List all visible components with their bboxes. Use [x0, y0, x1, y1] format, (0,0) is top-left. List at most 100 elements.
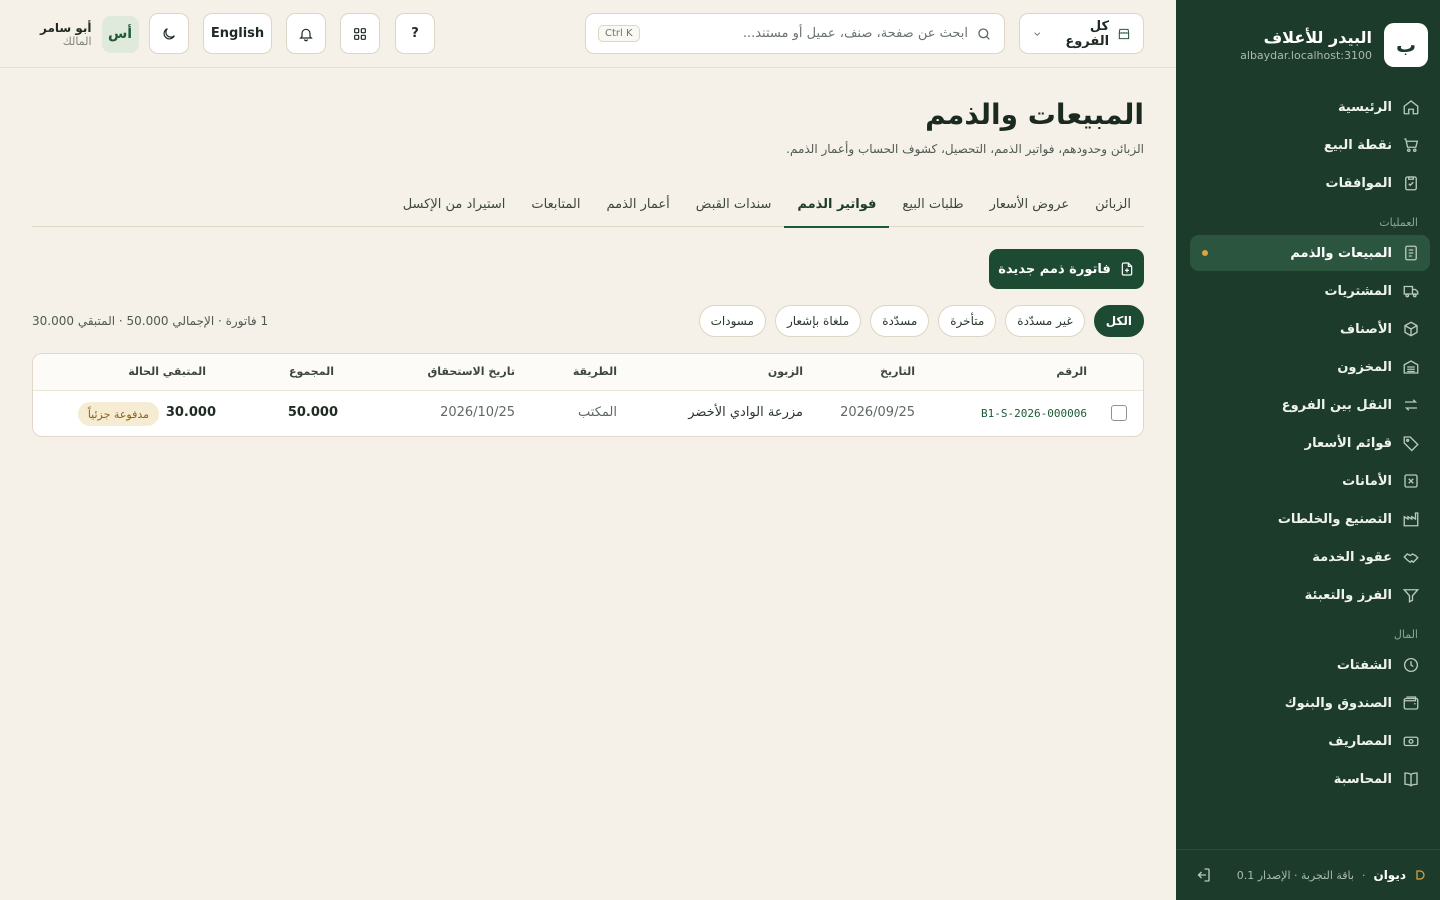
filter-all[interactable]: الكل	[1093, 305, 1144, 337]
sidebar-item-label: التصنيع والخلطات	[1277, 511, 1392, 527]
tab-excel-import[interactable]: استيراد من الإكسل	[390, 182, 519, 227]
filter-drafts[interactable]: مسودات	[698, 305, 766, 337]
sidebar-item-pos[interactable]: نقطة البيع	[1190, 127, 1430, 163]
factory-icon	[1403, 512, 1419, 527]
new-credit-invoice-button[interactable]: فاتورة ذمم جديدة	[989, 249, 1144, 289]
status-badge: مدفوعة جزئياً	[77, 402, 159, 426]
tag-icon	[1403, 436, 1419, 452]
invoice-date: 2026/09/25	[840, 405, 915, 420]
sidebar-item-home[interactable]: الرئيسية	[1190, 89, 1430, 125]
sidebar-item-label: الشفتات	[1336, 657, 1392, 673]
sidebar-item-shifts[interactable]: الشفتات	[1190, 647, 1430, 683]
apps-button[interactable]	[340, 13, 380, 54]
sidebar-item-purchases[interactable]: المشتريات	[1190, 273, 1430, 309]
sidebar-section-operations: العمليات	[1379, 216, 1418, 229]
invoice-number[interactable]: B1-S-2026-000006	[981, 407, 1087, 420]
filter-overdue[interactable]: متأخرة	[938, 305, 997, 337]
plan-version: باقة التجربة · الإصدار 0.1	[1236, 868, 1354, 882]
status-filters: الكل غير مسدّدة متأخرة مسدّدة ملغاة بإشع…	[698, 305, 1144, 337]
tab-sales-orders[interactable]: طلبات البيع	[889, 182, 976, 227]
col-total: المجموع	[289, 365, 334, 378]
sidebar-item-accounting[interactable]: المحاسبة	[1190, 761, 1430, 797]
filter-cancelled[interactable]: ملغاة بإشعار	[774, 305, 862, 337]
sidebar-item-label: الأصناف	[1340, 321, 1392, 337]
notifications-button[interactable]	[286, 13, 326, 54]
x-square-icon	[1404, 474, 1418, 488]
language-button[interactable]: English	[203, 13, 272, 54]
search-placeholder: ابحث عن صفحة، صنف، عميل أو مستند...	[742, 26, 968, 41]
sidebar-footer: ديوان · باقة التجربة · الإصدار 0.1	[1194, 862, 1426, 888]
sidebar-item-label: المبيعات والذمم	[1290, 245, 1392, 261]
tab-aging[interactable]: أعمار الذمم	[593, 182, 682, 227]
brand[interactable]: ب البيدر للأعلاف albaydar.localhost:3100	[1196, 22, 1428, 68]
search-input[interactable]: ابحث عن صفحة، صنف، عميل أو مستند... Ctrl…	[585, 13, 1005, 54]
sidebar-item-inventory[interactable]: المخزون	[1190, 349, 1430, 385]
tab-receipts[interactable]: سندات القبض	[683, 182, 785, 227]
sidebar-item-items[interactable]: الأصناف	[1190, 311, 1430, 347]
new-button-label: فاتورة ذمم جديدة	[998, 261, 1111, 277]
filter-paid[interactable]: مسدّدة	[870, 305, 930, 337]
col-method: الطريقة	[572, 365, 617, 378]
user-name: أبو سامر	[40, 20, 92, 35]
bell-icon	[299, 28, 313, 41]
tab-quotes[interactable]: عروض الأسعار	[977, 182, 1083, 227]
sidebar-item-label: النقل بين الفروع	[1281, 397, 1392, 413]
theme-toggle-button[interactable]	[149, 13, 189, 54]
home-icon	[1403, 100, 1419, 115]
banknote-icon	[1403, 736, 1419, 747]
table-row[interactable]: B1-S-2026-000006 2026/09/25 مزرعة الوادي…	[33, 391, 1143, 436]
avatar: أس	[101, 15, 139, 53]
sidebar-item-deposits[interactable]: الأمانات	[1190, 463, 1430, 499]
chevron-down-icon	[1034, 31, 1041, 36]
invoice-due-date: 2026/10/25	[440, 405, 515, 420]
sidebar-item-label: المصاريف	[1328, 733, 1392, 749]
transfer-icon	[1404, 399, 1418, 411]
sidebar-item-sales[interactable]: المبيعات والذمم	[1190, 235, 1430, 271]
col-due-date: تاريخ الاستحقاق	[427, 365, 515, 378]
sidebar-item-manufacturing[interactable]: التصنيع والخلطات	[1190, 501, 1430, 537]
logout-icon[interactable]	[1194, 866, 1212, 884]
topbar: كل الفروع ابحث عن صفحة، صنف، عميل أو مست…	[0, 0, 1176, 68]
sidebar-nav: الرئيسية نقطة البيع الموافقات العمليات ا…	[1190, 89, 1430, 799]
clipboard-check-icon	[1405, 176, 1417, 191]
invoice-total: 50.000	[287, 405, 338, 420]
sidebar-item-label: الفرز والتعبئة	[1304, 587, 1392, 603]
sidebar-item-label: الأمانات	[1342, 473, 1392, 489]
sidebar-item-label: الصندوق والبنوك	[1284, 695, 1392, 711]
user-menu[interactable]: أس أبو سامر المالك	[40, 15, 139, 53]
moon-icon	[163, 27, 175, 39]
invoices-table: الرقم التاريخ الزبون الطريقة تاريخ الاست…	[32, 353, 1144, 437]
sidebar-item-cash-banks[interactable]: الصندوق والبنوك	[1190, 685, 1430, 721]
col-number: الرقم	[1056, 365, 1087, 378]
tab-followups[interactable]: المتابعات	[518, 182, 593, 227]
sidebar-item-label: قوائم الأسعار	[1304, 435, 1392, 451]
active-indicator-dot	[1202, 250, 1208, 256]
sidebar-item-label: الموافقات	[1325, 175, 1392, 191]
section-tabs: الزبائن عروض الأسعار طلبات البيع فواتير …	[32, 182, 1144, 228]
sidebar-item-transfers[interactable]: النقل بين الفروع	[1190, 387, 1430, 423]
sidebar-item-approvals[interactable]: الموافقات	[1190, 165, 1430, 201]
wallet-icon	[1403, 696, 1419, 710]
tab-customers[interactable]: الزبائن	[1082, 182, 1144, 227]
sidebar-item-price-lists[interactable]: قوائم الأسعار	[1190, 425, 1430, 461]
sidebar-item-label: المحاسبة	[1333, 771, 1392, 787]
truck-icon	[1403, 285, 1419, 298]
search-icon	[978, 27, 990, 40]
cart-icon	[1404, 138, 1419, 153]
box-icon	[1404, 321, 1418, 337]
sidebar-item-sorting[interactable]: الفرز والتعبئة	[1190, 577, 1430, 613]
sidebar-item-label: المشتريات	[1324, 283, 1392, 299]
sidebar-divider	[1176, 849, 1440, 850]
col-remaining: المتبقي	[162, 365, 206, 378]
user-role: المالك	[62, 34, 92, 48]
help-button[interactable]: ?	[395, 13, 435, 54]
row-checkbox[interactable]	[1111, 405, 1127, 421]
sidebar-item-expenses[interactable]: المصاريف	[1190, 723, 1430, 759]
tab-credit-invoices[interactable]: فواتير الذمم	[784, 182, 890, 228]
branch-selector[interactable]: كل الفروع	[1019, 13, 1144, 54]
sidebar-item-label: نقطة البيع	[1323, 137, 1392, 153]
book-icon	[1404, 772, 1418, 787]
filter-unpaid[interactable]: غير مسدّدة	[1005, 305, 1085, 337]
sidebar-item-service-contracts[interactable]: عقود الخدمة	[1190, 539, 1430, 575]
brand-name: البيدر للأعلاف	[1263, 28, 1372, 47]
